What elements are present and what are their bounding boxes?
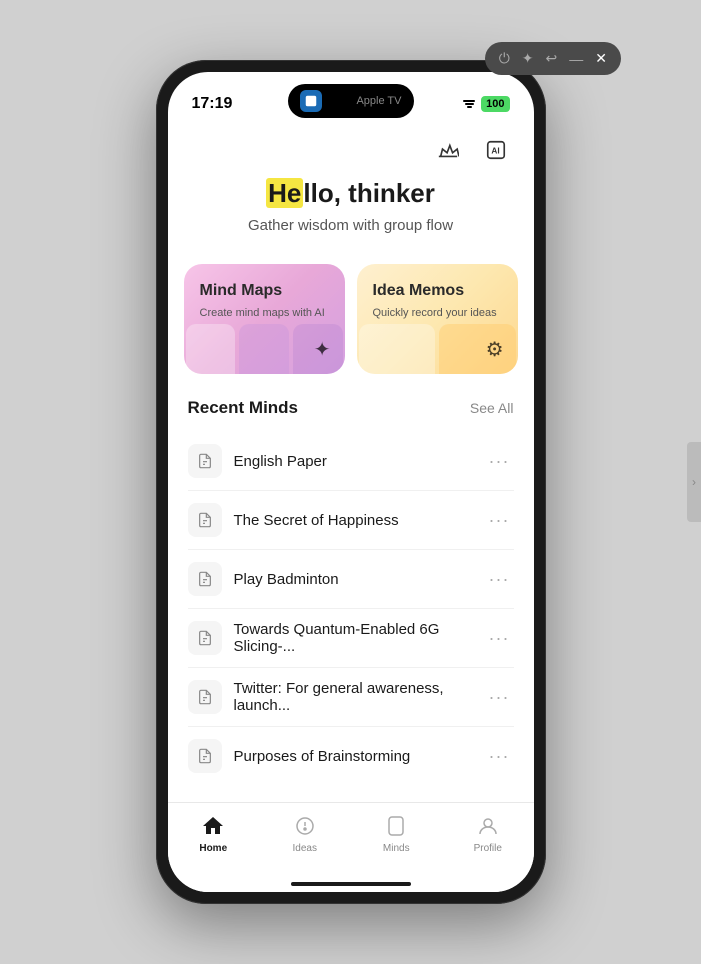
tab-minds[interactable]: Minds	[351, 813, 443, 854]
ideas-tab-icon	[292, 813, 318, 839]
item-more-3[interactable]: ···	[485, 569, 514, 590]
item-more-6[interactable]: ···	[485, 746, 514, 767]
greeting-section: Hello, thinker Gather wisdom with group …	[168, 178, 534, 264]
home-indicator	[168, 884, 534, 892]
item-text-3: Play Badminton	[234, 571, 485, 588]
idea-memos-title: Idea Memos	[373, 282, 502, 300]
item-text-1: English Paper	[234, 453, 485, 470]
item-text-6: Purposes of Brainstorming	[234, 748, 485, 765]
minds-tab-icon	[383, 813, 409, 839]
recent-header: Recent Minds See All	[188, 398, 514, 418]
svg-text:AI: AI	[491, 147, 499, 156]
status-right: 100	[463, 96, 509, 112]
item-icon-1	[188, 444, 222, 478]
phone-screen: 17:19 Apple TV 100	[168, 72, 534, 892]
greeting-title: Hello, thinker	[188, 178, 514, 209]
status-time: 17:19	[192, 95, 233, 113]
cards-section: Mind Maps Create mind maps with AI ✦ Ide…	[168, 264, 534, 398]
dynamic-island: Apple TV	[288, 84, 414, 118]
list-item[interactable]: The Secret of Happiness ···	[188, 491, 514, 550]
list-item[interactable]: English Paper ···	[188, 432, 514, 491]
item-text-2: The Secret of Happiness	[234, 512, 485, 529]
mind-maps-card[interactable]: Mind Maps Create mind maps with AI ✦	[184, 264, 345, 374]
tab-profile[interactable]: Profile	[442, 813, 534, 854]
tab-home[interactable]: Home	[168, 813, 260, 854]
profile-tab-icon	[475, 813, 501, 839]
mind-maps-title: Mind Maps	[200, 282, 329, 300]
tab-ideas[interactable]: Ideas	[259, 813, 351, 854]
recent-title: Recent Minds	[188, 398, 299, 418]
home-indicator-bar	[291, 882, 411, 886]
right-edge-handle[interactable]	[687, 442, 701, 522]
greeting-subtitle: Gather wisdom with group flow	[188, 217, 514, 234]
dynamic-island-text: Apple TV	[356, 95, 401, 107]
idea-memos-desc: Quickly record your ideas	[373, 306, 502, 321]
item-icon-5	[188, 680, 222, 714]
mind-maps-desc: Create mind maps with AI	[200, 306, 329, 321]
recent-list: English Paper ··· The Secret of Happines…	[188, 432, 514, 785]
status-bar: 17:19 Apple TV 100	[168, 72, 534, 122]
ai-button[interactable]: AI	[478, 132, 514, 168]
see-all-button[interactable]: See All	[470, 400, 514, 416]
power-icon[interactable]: ⏻	[499, 50, 510, 67]
tab-ideas-label: Ideas	[293, 843, 317, 854]
list-item[interactable]: Play Badminton ···	[188, 550, 514, 609]
header-icons: AI	[168, 132, 534, 178]
item-text-5: Twitter: For general awareness, launch..…	[234, 680, 485, 714]
item-more-4[interactable]: ···	[485, 628, 514, 649]
close-icon[interactable]: ✕	[595, 50, 607, 67]
greeting-highlight: He	[266, 178, 303, 208]
greeting-rest: llo, thinker	[303, 178, 434, 208]
wifi-icon	[463, 100, 475, 108]
item-icon-2	[188, 503, 222, 537]
crown-button[interactable]	[430, 132, 466, 168]
item-icon-6	[188, 739, 222, 773]
recent-section: Recent Minds See All English Paper ···	[168, 398, 534, 785]
idea-memos-icon: ⚙	[486, 337, 504, 362]
minimize-icon[interactable]: —	[569, 51, 583, 67]
item-text-4: Towards Quantum-Enabled 6G Slicing-...	[234, 621, 485, 655]
undo-icon[interactable]: ↩	[546, 50, 558, 67]
tab-minds-label: Minds	[383, 843, 410, 854]
battery-badge: 100	[481, 96, 509, 112]
star-icon[interactable]: ✦	[522, 50, 534, 67]
item-more-2[interactable]: ···	[485, 510, 514, 531]
idea-memos-card[interactable]: Idea Memos Quickly record your ideas ⚙	[357, 264, 518, 374]
item-more-1[interactable]: ···	[485, 451, 514, 472]
item-icon-3	[188, 562, 222, 596]
window-controls: ⏻ ✦ ↩ — ✕	[485, 42, 621, 75]
main-content: AI Hello, thinker Gather wisdom with gro…	[168, 122, 534, 802]
tab-home-label: Home	[199, 843, 227, 854]
home-tab-icon	[200, 813, 226, 839]
tab-profile-label: Profile	[474, 843, 502, 854]
list-item[interactable]: Purposes of Brainstorming ···	[188, 727, 514, 785]
item-icon-4	[188, 621, 222, 655]
list-item[interactable]: Twitter: For general awareness, launch..…	[188, 668, 514, 727]
mind-maps-icon: ✦	[314, 337, 331, 362]
dynamic-island-icon	[300, 90, 322, 112]
phone-frame: 17:19 Apple TV 100	[156, 60, 546, 904]
item-more-5[interactable]: ···	[485, 687, 514, 708]
list-item[interactable]: Towards Quantum-Enabled 6G Slicing-... ·…	[188, 609, 514, 668]
tab-bar: Home Ideas Minds	[168, 802, 534, 884]
